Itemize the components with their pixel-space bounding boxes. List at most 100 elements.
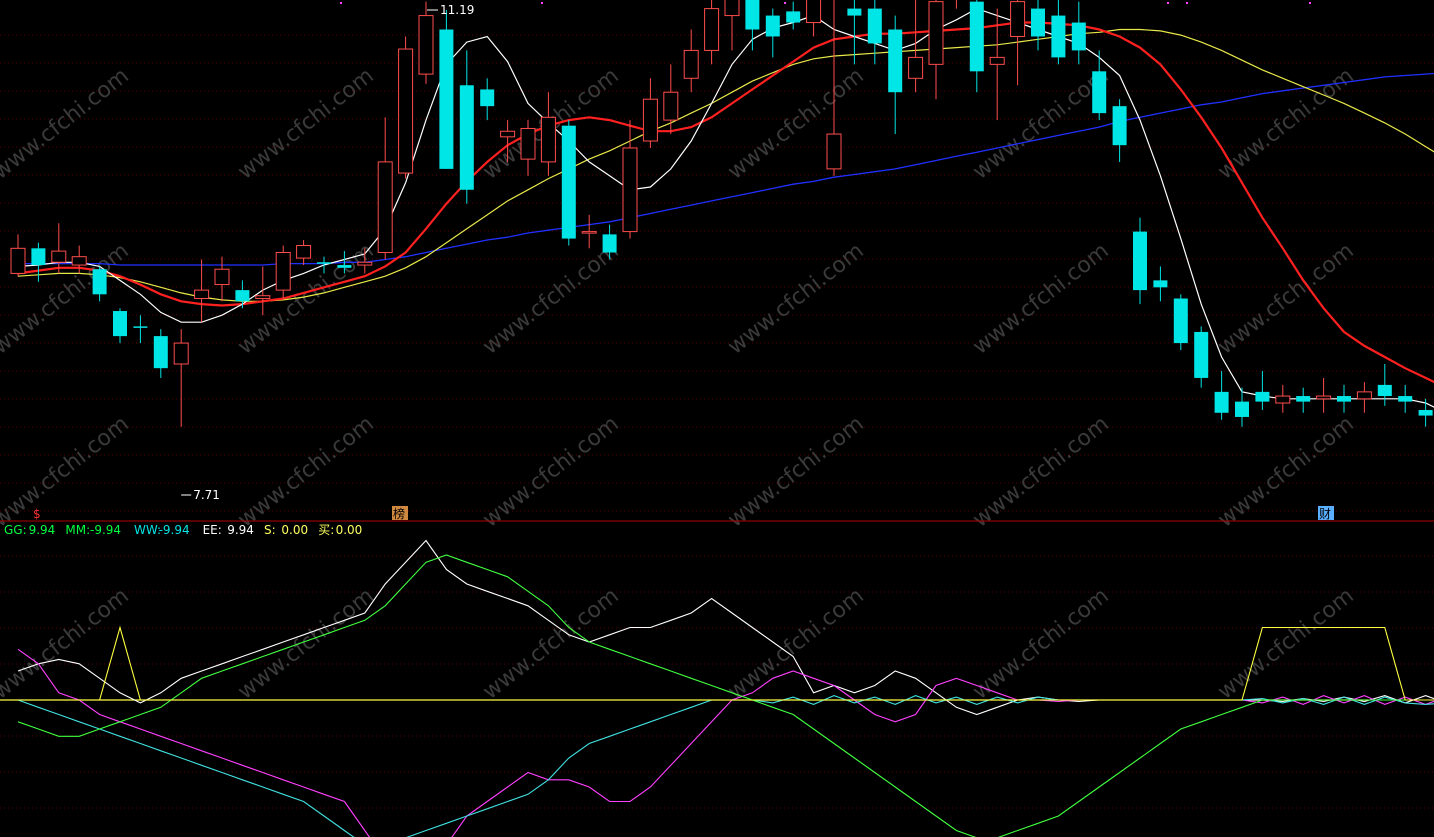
candle-body-down: [1071, 22, 1086, 51]
candle-body-up: [275, 252, 291, 291]
top-marker-dot: [340, 2, 342, 4]
candle-body-down: [745, 0, 760, 30]
candle-body-down: [113, 311, 127, 337]
watermark-text: www.cfchi.com: [968, 583, 1113, 704]
watermark-text: www.cfchi.com: [1213, 238, 1358, 359]
candle-body-up: [1316, 395, 1332, 400]
candle-body-down: [1173, 298, 1188, 344]
top-marker-dot: [1309, 2, 1311, 4]
candle-body-up: [908, 56, 924, 79]
watermark-text: www.cfchi.com: [968, 63, 1113, 184]
watermark-text: www.cfchi.com: [0, 411, 134, 532]
watermark-text: www.cfchi.com: [723, 411, 868, 532]
stock-chart: www.cfchi.com www.cfchi.com www.cfchi.com w…: [0, 0, 1434, 837]
candle-body-down: [92, 269, 107, 295]
candle-body-up: [642, 98, 658, 142]
candle-body-down: [765, 15, 780, 37]
legend-label: EE:: [203, 523, 222, 537]
watermark-text: www.cfchi.com: [1213, 583, 1358, 704]
candle-body-down: [1112, 106, 1127, 146]
candle-body-up: [704, 8, 720, 51]
legend-value: 0.00: [336, 523, 363, 537]
candle-body-down: [602, 234, 617, 253]
legend-value: -9.94: [159, 523, 190, 537]
candle-body-down: [1255, 391, 1270, 402]
marker-right: 财: [1319, 507, 1331, 521]
candle-body-up: [194, 289, 210, 299]
ma-mid-line: [17, 21, 1434, 384]
top-marker-dot: [1167, 2, 1169, 4]
candle-body-up: [296, 245, 312, 259]
candle-body-down: [561, 125, 576, 239]
candle-body-down: [888, 29, 903, 93]
watermark-text: www.cfchi.com: [1213, 63, 1358, 184]
legend-value: 0.00: [281, 523, 308, 537]
watermark-text: www.cfchi.com: [723, 63, 868, 184]
candle-body-up: [10, 247, 26, 274]
candle-body-down: [31, 248, 46, 266]
watermark-text: www.cfchi.com: [478, 411, 623, 532]
candle-body-up: [1010, 1, 1026, 37]
high-label: 11.19: [440, 3, 474, 17]
candle-body-up: [928, 1, 944, 65]
legend-value: 9.94: [29, 523, 56, 537]
indicator-series-2: [17, 695, 1434, 837]
candlesticks: [10, 0, 1433, 427]
legend-label: S:: [264, 523, 276, 537]
candle-body-up: [806, 0, 822, 24]
indicator-legend: GG: 9.94 MM: -9.94 WW:-9.94 EE: 9.94 S: 0.00 买: 0.…: [4, 523, 362, 537]
candle-body-down: [235, 290, 250, 302]
candle-body-down: [1377, 384, 1392, 397]
candle-body-up: [214, 268, 230, 286]
watermark-text: www.cfchi.com: [968, 238, 1113, 359]
candle-body-up: [1356, 391, 1372, 400]
top-marker-dot: [784, 2, 786, 4]
candle-body-down: [969, 1, 984, 72]
top-marker-dot: [541, 2, 543, 4]
candle-body-up: [663, 91, 679, 121]
watermark-text: www.cfchi.com: [1213, 411, 1358, 532]
candle-body-up: [71, 256, 87, 266]
candle-body-down: [1418, 409, 1433, 416]
legend-label: MM:: [65, 523, 90, 537]
candle-body-up: [173, 342, 189, 365]
watermark-text: www.cfchi.com: [478, 238, 623, 359]
legend-label: GG:: [4, 523, 27, 537]
candle-body-up: [989, 56, 1005, 65]
watermark-text: www.cfchi.com: [968, 411, 1113, 532]
candle-body-down: [1296, 396, 1311, 402]
watermark-text: www.cfchi.com: [723, 238, 868, 359]
watermark-text: www.cfchi.com: [723, 583, 868, 704]
candle-body-down: [847, 8, 862, 16]
candle-body-down: [1133, 231, 1147, 291]
candle-body-down: [459, 85, 474, 190]
legend-label: 买:: [318, 523, 334, 537]
marker-left: $: [33, 507, 41, 521]
top-marker-dot: [1186, 2, 1188, 4]
candle-body-down: [1092, 71, 1107, 114]
candle-body-up: [540, 116, 556, 163]
candle-body-up: [581, 231, 597, 234]
candle-body-up: [622, 147, 638, 233]
watermark-text: www.cfchi.com: [478, 583, 623, 704]
low-label: 7.71: [193, 488, 220, 502]
watermark-text: www.cfchi.com: [0, 63, 134, 184]
candle-body-up: [377, 161, 393, 253]
candle-body-up: [683, 49, 699, 79]
candle-body-down: [1337, 396, 1351, 402]
candle-body-down: [1051, 15, 1066, 58]
candle-body-up: [398, 48, 414, 174]
candle-body-down: [1398, 396, 1413, 402]
watermark-text: www.cfchi.com: [233, 411, 378, 532]
candle-body-up: [255, 295, 271, 299]
watermark-text: www.cfchi.com: [233, 63, 378, 184]
candle-body-down: [786, 11, 801, 23]
candle-body-down: [867, 8, 882, 44]
candle-body-down: [1214, 391, 1229, 413]
candle-body-down: [1153, 280, 1168, 288]
candle-body-down: [153, 336, 168, 369]
candle-body-up: [724, 0, 740, 17]
candle-body-down: [1194, 331, 1209, 378]
legend-value: 9.94: [227, 523, 254, 537]
candle-body-up: [826, 133, 842, 170]
